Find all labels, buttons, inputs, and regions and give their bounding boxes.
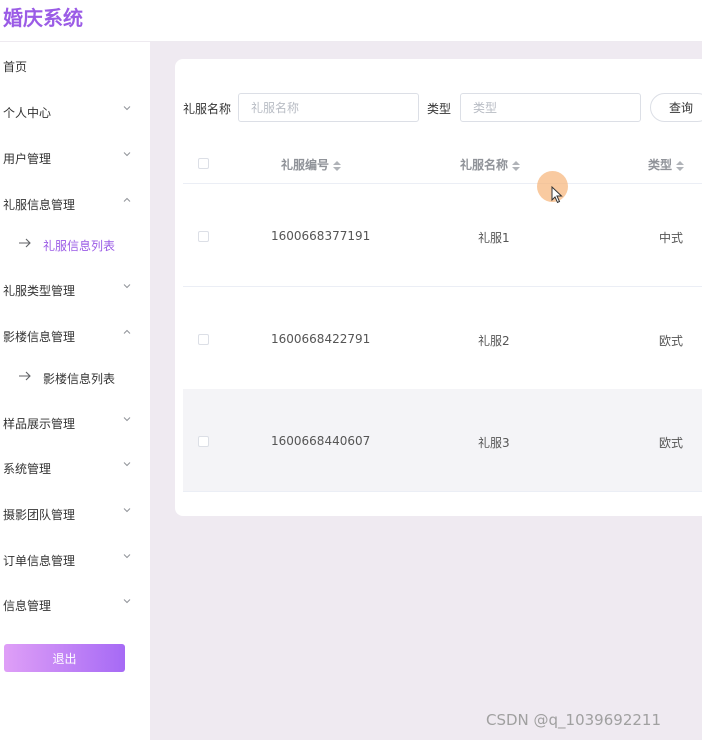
sidebar-subitem-dress-info-list[interactable]: 礼服信息列表 xyxy=(0,227,150,263)
sidebar-item-label: 用户管理 xyxy=(3,152,52,166)
arrow-right-icon xyxy=(19,238,31,248)
sidebar-item-dress-info-management[interactable]: 礼服信息管理 xyxy=(0,184,150,224)
chevron-down-icon xyxy=(123,106,131,111)
select-all-checkbox[interactable] xyxy=(198,158,209,169)
sidebar-item-label: 礼服信息列表 xyxy=(43,239,116,253)
sidebar-item-label: 首页 xyxy=(3,60,28,74)
sidebar-item-order-info-management[interactable]: 订单信息管理 xyxy=(0,540,150,580)
sidebar-subitem-studio-info-list[interactable]: 影楼信息列表 xyxy=(0,360,150,396)
cell-dress-name: 礼服2 xyxy=(478,334,510,348)
sidebar-item-label: 影楼信息列表 xyxy=(43,372,116,386)
sidebar-item-personal-center[interactable]: 个人中心 xyxy=(0,92,150,132)
content-card: 礼服名称 类型 查询 礼服编号 礼服名称 类型 1600668377191 xyxy=(175,59,702,516)
app-title: 婚庆系统 xyxy=(3,6,83,30)
row-checkbox[interactable] xyxy=(198,231,209,242)
cell-dress-name: 礼服3 xyxy=(478,436,510,450)
sidebar-item-studio-info-management[interactable]: 影楼信息管理 xyxy=(0,316,150,356)
table-row[interactable]: 1600668422791 礼服2 欧式 xyxy=(183,287,702,390)
column-header-type[interactable]: 类型 xyxy=(648,156,685,173)
column-header-label: 礼服名称 xyxy=(460,158,509,172)
sidebar-item-user-management[interactable]: 用户管理 xyxy=(0,138,150,178)
chevron-down-icon xyxy=(123,152,131,157)
sort-icon[interactable] xyxy=(676,160,685,171)
app-header: 婚庆系统 xyxy=(0,0,702,42)
sidebar-item-label: 个人中心 xyxy=(3,106,52,120)
column-header-label: 礼服编号 xyxy=(281,158,330,172)
table-row[interactable]: 1600668440607 礼服3 欧式 xyxy=(183,389,702,492)
column-header-dress-name[interactable]: 礼服名称 xyxy=(460,156,521,173)
query-button[interactable]: 查询 xyxy=(650,93,702,122)
cell-dress-id: 1600668422791 xyxy=(271,332,371,346)
chevron-down-icon xyxy=(123,599,131,604)
sidebar-item-label: 影楼信息管理 xyxy=(3,330,76,344)
cell-type: 中式 xyxy=(659,231,684,245)
column-header-dress-id[interactable]: 礼服编号 xyxy=(281,156,342,173)
arrow-right-icon xyxy=(19,371,31,381)
cell-dress-name: 礼服1 xyxy=(478,231,510,245)
sidebar-item-sample-display-management[interactable]: 样品展示管理 xyxy=(0,403,150,443)
sidebar-item-label: 摄影团队管理 xyxy=(3,508,76,522)
cell-type: 欧式 xyxy=(659,334,684,348)
sidebar: 首页 个人中心 用户管理 礼服信息管理 礼服信息列表 礼服类型管理 影楼信息管理… xyxy=(0,42,150,740)
sidebar-item-label: 信息管理 xyxy=(3,599,52,613)
sidebar-item-system-management[interactable]: 系统管理 xyxy=(0,448,150,488)
cell-dress-id: 1600668377191 xyxy=(271,229,371,243)
dress-name-input[interactable] xyxy=(238,93,419,122)
column-header-label: 类型 xyxy=(648,158,673,172)
cell-type: 欧式 xyxy=(659,436,684,450)
sort-icon[interactable] xyxy=(333,160,342,171)
chevron-down-icon xyxy=(123,417,131,422)
sidebar-item-dress-type-management[interactable]: 礼服类型管理 xyxy=(0,270,150,310)
chevron-up-icon xyxy=(123,329,131,334)
chevron-down-icon xyxy=(123,284,131,289)
chevron-down-icon xyxy=(123,554,131,559)
sidebar-item-label: 礼服信息管理 xyxy=(3,198,76,212)
watermark: CSDN @q_1039692211 xyxy=(486,711,661,729)
chevron-up-icon xyxy=(123,197,131,202)
sidebar-item-home[interactable]: 首页 xyxy=(0,46,150,86)
sidebar-item-label: 礼服类型管理 xyxy=(3,284,76,298)
dress-name-label: 礼服名称 xyxy=(183,102,232,116)
sidebar-item-label: 系统管理 xyxy=(3,462,52,476)
type-input[interactable] xyxy=(460,93,641,122)
row-checkbox[interactable] xyxy=(198,436,209,447)
mouse-cursor-icon xyxy=(551,186,563,204)
sidebar-item-photo-team-management[interactable]: 摄影团队管理 xyxy=(0,494,150,534)
sidebar-item-info-management[interactable]: 信息管理 xyxy=(0,585,150,625)
chevron-down-icon xyxy=(123,462,131,467)
chevron-down-icon xyxy=(123,508,131,513)
table-row[interactable]: 1600668377191 礼服1 中式 xyxy=(183,184,702,287)
cell-dress-id: 1600668440607 xyxy=(271,434,371,448)
type-label: 类型 xyxy=(427,102,452,116)
row-checkbox[interactable] xyxy=(198,334,209,345)
sort-icon[interactable] xyxy=(512,160,521,171)
main-content: 礼服名称 类型 查询 礼服编号 礼服名称 类型 1600668377191 xyxy=(150,42,702,740)
sidebar-item-label: 样品展示管理 xyxy=(3,417,76,431)
logout-button[interactable]: 退出 xyxy=(4,644,125,672)
table-header: 礼服编号 礼服名称 类型 xyxy=(183,142,702,184)
sidebar-item-label: 订单信息管理 xyxy=(3,554,76,568)
